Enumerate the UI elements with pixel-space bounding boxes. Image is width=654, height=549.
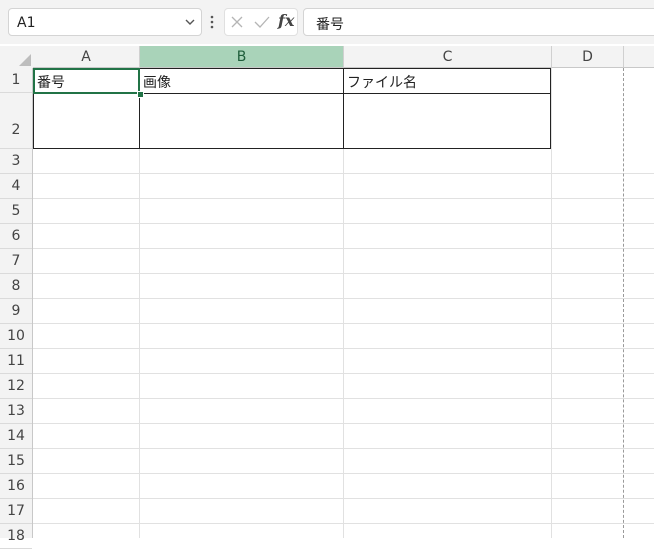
- column-header-a[interactable]: A: [33, 46, 140, 68]
- more-options-icon[interactable]: [209, 13, 215, 31]
- enter-check-icon[interactable]: [254, 15, 270, 29]
- column-header-c[interactable]: C: [344, 46, 552, 68]
- row-header-3[interactable]: 3: [0, 149, 32, 174]
- name-box-value: A1: [17, 15, 36, 31]
- row-header-13[interactable]: 13: [0, 399, 32, 424]
- formula-buttons: fx: [224, 8, 298, 36]
- row-header-7[interactable]: 7: [0, 249, 32, 274]
- insert-function-icon[interactable]: fx: [278, 11, 294, 30]
- chevron-down-icon[interactable]: [184, 16, 196, 28]
- column-headers: A B C D: [33, 46, 654, 68]
- column-header-d[interactable]: D: [552, 46, 624, 68]
- row-header-8[interactable]: 8: [0, 274, 32, 299]
- row-header-1[interactable]: 1: [0, 68, 32, 93]
- row-header-2[interactable]: 2: [0, 93, 32, 149]
- column-header-b[interactable]: B: [140, 46, 344, 68]
- formula-input[interactable]: 番号: [303, 8, 654, 36]
- name-box[interactable]: A1: [8, 8, 202, 36]
- row-header-14[interactable]: 14: [0, 424, 32, 449]
- cell-grid[interactable]: 番号 画像 ファイル名: [33, 68, 654, 538]
- row-header-10[interactable]: 10: [0, 324, 32, 349]
- column-header-e-partial[interactable]: [624, 46, 654, 68]
- formula-bar: A1 fx 番号: [0, 0, 654, 44]
- cell-c1[interactable]: ファイル名: [347, 72, 417, 92]
- row-header-15[interactable]: 15: [0, 449, 32, 474]
- cancel-icon[interactable]: [230, 15, 244, 29]
- row-header-4[interactable]: 4: [0, 174, 32, 199]
- formula-value: 番号: [316, 17, 344, 33]
- active-cell-outline: [33, 68, 140, 94]
- row-header-17[interactable]: 17: [0, 499, 32, 524]
- row-header-9[interactable]: 9: [0, 299, 32, 324]
- row-header-18[interactable]: 18: [0, 524, 32, 549]
- select-all-corner[interactable]: [0, 46, 33, 68]
- row-header-6[interactable]: 6: [0, 224, 32, 249]
- row-headers: 1 2 3 4 5 6 7 8 9 10 11 12 13 14 15 16 1…: [0, 68, 33, 549]
- page-break-line: [623, 68, 624, 538]
- row-header-11[interactable]: 11: [0, 349, 32, 374]
- row-header-5[interactable]: 5: [0, 199, 32, 224]
- row-header-12[interactable]: 12: [0, 374, 32, 399]
- row-header-16[interactable]: 16: [0, 474, 32, 499]
- cell-b1[interactable]: 画像: [143, 72, 171, 92]
- fill-handle[interactable]: [137, 91, 144, 98]
